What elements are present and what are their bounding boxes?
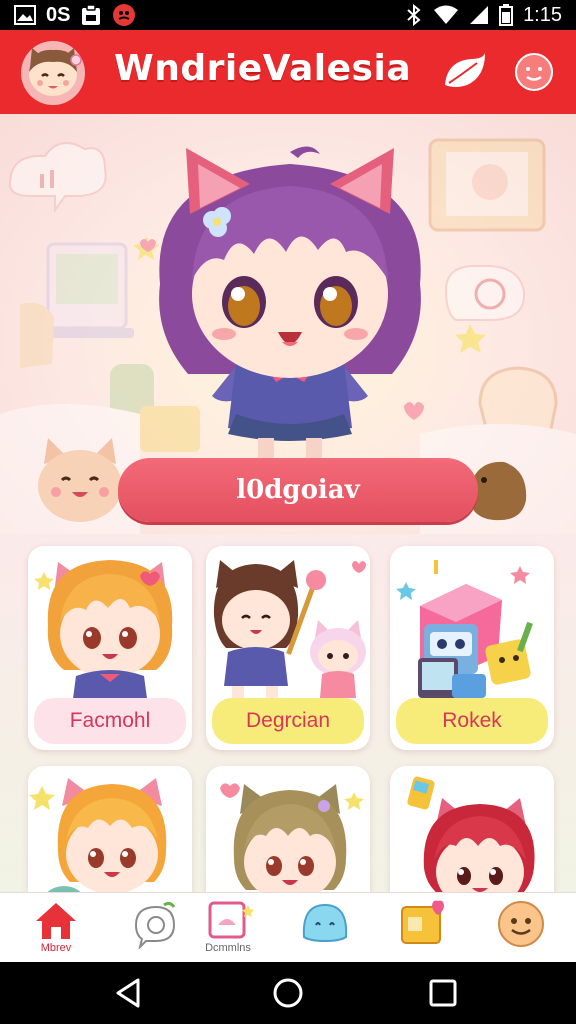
back-button[interactable] bbox=[112, 976, 146, 1010]
character-card[interactable]: Facmohl bbox=[28, 546, 192, 750]
nav-item-chat[interactable] bbox=[114, 893, 194, 963]
status-label: 0S bbox=[46, 3, 71, 26]
battery-icon bbox=[499, 4, 514, 26]
system-navigation-bar bbox=[0, 962, 576, 1024]
card-label: Facmohl bbox=[34, 698, 186, 744]
profile-face-button[interactable] bbox=[510, 48, 558, 96]
app-title: WndrieValesia bbox=[114, 48, 412, 89]
recents-button[interactable] bbox=[426, 976, 460, 1010]
character-card[interactable]: Rokek bbox=[390, 546, 554, 750]
hero-character bbox=[159, 146, 421, 473]
card-art-blonde-cat-girl bbox=[34, 560, 173, 706]
profile-avatar[interactable] bbox=[18, 38, 88, 108]
gallery-icon bbox=[208, 901, 254, 939]
character-card[interactable] bbox=[206, 766, 370, 894]
nav-item-gallery[interactable]: Dcmmlns bbox=[188, 893, 268, 963]
home-system-button[interactable] bbox=[271, 976, 305, 1010]
card-label: Degrcian bbox=[212, 698, 364, 744]
character-card[interactable] bbox=[28, 766, 192, 894]
status-bar-left: 0S bbox=[14, 3, 136, 27]
leaf-button[interactable] bbox=[440, 48, 488, 96]
character-grid: Facmohl Degrcian Rokek bbox=[0, 534, 576, 894]
card-art-brown-hair-cat-girl bbox=[220, 783, 364, 894]
nav-label: Mbrev bbox=[40, 942, 72, 954]
signal-icon bbox=[469, 5, 489, 25]
status-bar-right: 1:15 bbox=[405, 4, 562, 27]
chat-bubble-icon bbox=[134, 901, 176, 949]
home-icon bbox=[36, 903, 76, 939]
wifi-icon bbox=[433, 5, 459, 25]
image-icon bbox=[14, 5, 36, 25]
cat-mascot bbox=[38, 438, 122, 522]
smiley-icon bbox=[498, 901, 544, 947]
card-art-orange-hair-kid bbox=[29, 778, 167, 894]
circle-home-icon bbox=[273, 978, 303, 1008]
nav-item-profile[interactable] bbox=[480, 893, 560, 963]
character-card[interactable]: Degrcian bbox=[206, 546, 370, 750]
nav-item-slime[interactable] bbox=[284, 893, 364, 963]
clipboard-icon bbox=[80, 4, 102, 26]
gift-box-icon bbox=[401, 900, 444, 944]
nav-item-home[interactable]: Mbrev bbox=[16, 893, 96, 963]
app-bar: WndrieValesia bbox=[0, 30, 576, 114]
smiley-face-icon bbox=[515, 53, 553, 91]
record-icon bbox=[112, 3, 136, 27]
slime-icon bbox=[302, 903, 348, 943]
bluetooth-icon bbox=[405, 4, 423, 26]
back-icon bbox=[116, 978, 140, 1008]
status-time: 1:15 bbox=[523, 3, 562, 26]
card-art-red-hair-kid bbox=[407, 776, 535, 894]
hero-section: l0dgoiav bbox=[0, 114, 576, 534]
nav-item-gift[interactable] bbox=[382, 893, 462, 963]
hero-banner-button[interactable]: l0dgoiav bbox=[118, 458, 478, 522]
card-label: Rokek bbox=[396, 698, 548, 744]
leaf-icon bbox=[445, 53, 485, 87]
hero-banner-label: l0dgoiav bbox=[236, 475, 360, 505]
square-recents-icon bbox=[429, 979, 457, 1007]
status-bar: 0S 1:15 bbox=[0, 0, 576, 30]
card-art-two-friends bbox=[213, 560, 366, 704]
card-art-robot-gadgets bbox=[396, 560, 533, 698]
nav-label: Dcmmlns bbox=[205, 942, 251, 954]
bottom-navigation: Mbrev Dcmmlns bbox=[0, 892, 576, 963]
character-card[interactable] bbox=[390, 766, 554, 894]
